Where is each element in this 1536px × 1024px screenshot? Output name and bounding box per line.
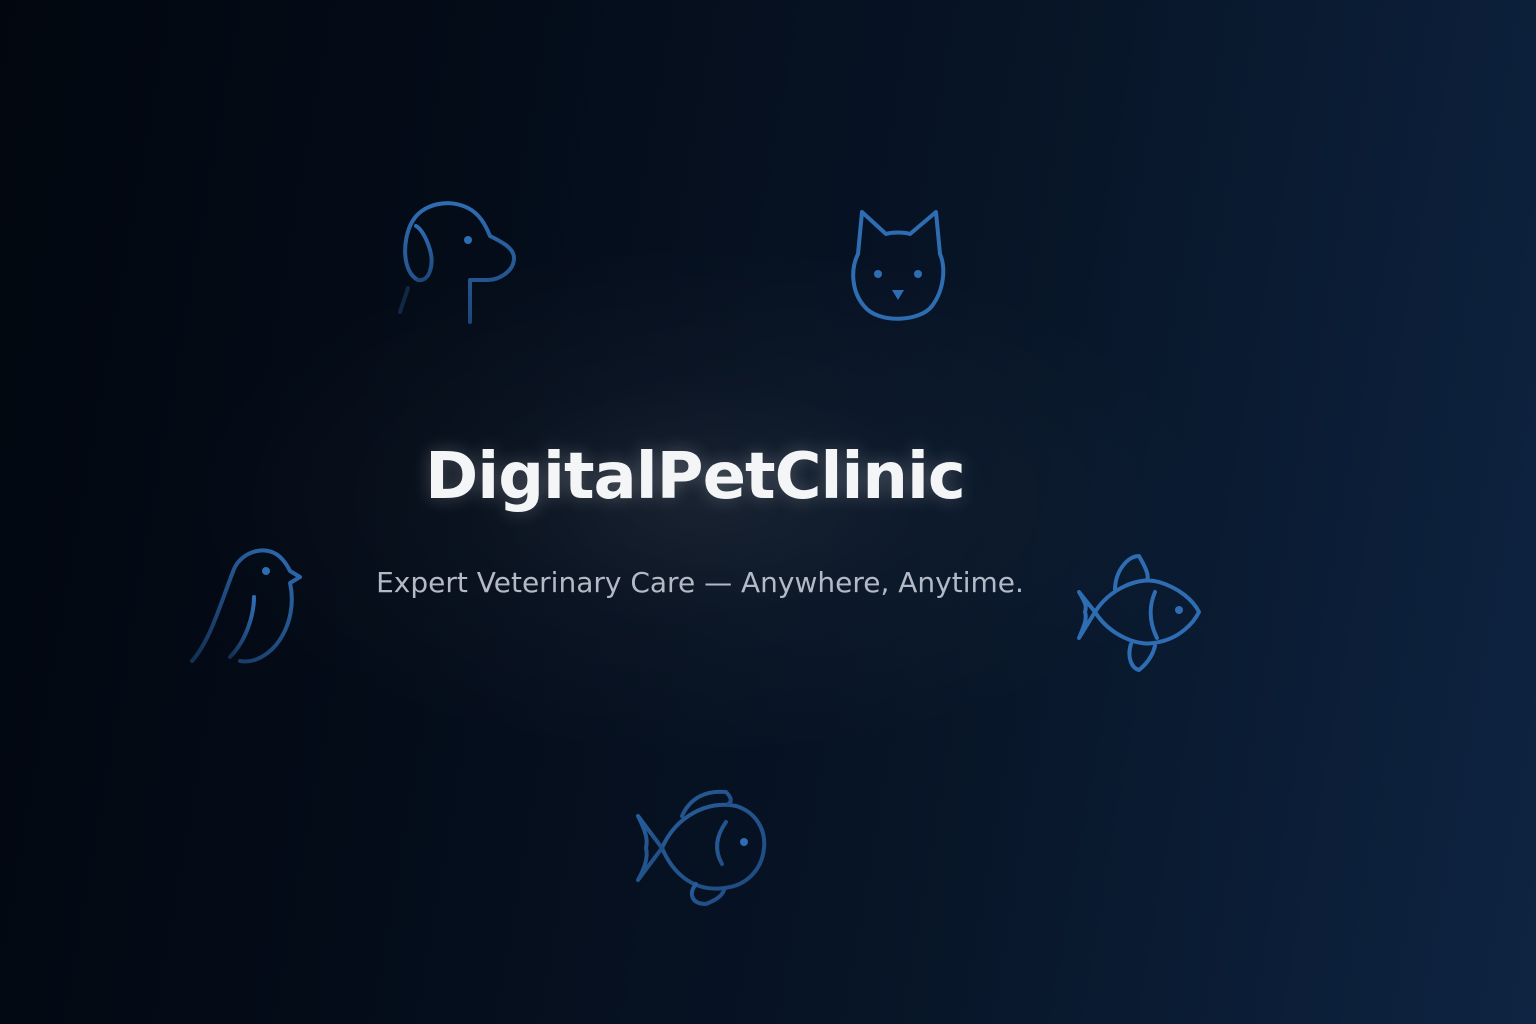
dog-icon xyxy=(398,200,518,325)
cat-icon xyxy=(848,208,948,328)
brand-title: DigitalPetClinic xyxy=(425,440,966,514)
fish-icon xyxy=(634,786,769,911)
bird-icon xyxy=(190,545,310,670)
tagline: Expert Veterinary Care — Anywhere, Anyti… xyxy=(376,566,1024,599)
